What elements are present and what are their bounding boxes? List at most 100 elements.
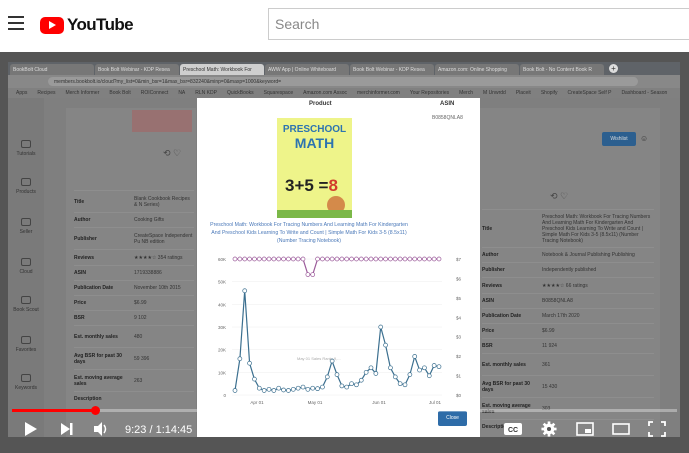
sidebar-item[interactable]: Book Scout (8, 296, 44, 313)
bookmark-item[interactable]: Book Bolt (109, 88, 130, 98)
miniplayer-icon[interactable] (576, 421, 594, 437)
progress-bar[interactable] (12, 406, 677, 415)
data-point (286, 256, 291, 262)
play-icon[interactable] (22, 421, 40, 437)
data-point (295, 256, 301, 262)
data-point (286, 388, 291, 393)
data-point (417, 367, 422, 373)
captions-icon[interactable]: CC (503, 421, 523, 437)
y-right-tick-label: $5 (456, 296, 462, 301)
bookmark-item[interactable]: Recipes (37, 88, 55, 98)
detail-value: November 10th 2015 (134, 285, 181, 291)
data-point (310, 385, 316, 391)
search-input[interactable]: Search (268, 8, 689, 40)
browser-tab[interactable]: Preschool Math: Workbook For (180, 64, 264, 75)
browser-tab[interactable]: BookBolt Cloud (10, 64, 94, 75)
data-point (247, 360, 252, 366)
sidebar-item-label: Tutorials (16, 151, 36, 157)
volume-icon[interactable] (92, 421, 110, 437)
data-point (368, 365, 374, 371)
detail-row: Title Blank Cookbook Recipes & N Series) (74, 190, 194, 212)
bookmark-item[interactable]: Your Repositories (410, 88, 449, 98)
product-title-link[interactable]: Preschool Math: Workbook For Tracing Num… (209, 221, 409, 245)
browser-tab[interactable]: Book Bolt Webinar - KDP Resea (350, 64, 434, 75)
right-details-table: Title Preschool Math: Workbook For Tracin… (482, 209, 654, 434)
detail-row: Avg BSR for past 30 days 15 430 (482, 375, 654, 397)
data-point (237, 356, 243, 362)
data-point (324, 256, 330, 262)
bookmark-item[interactable]: Merch Informer (65, 88, 99, 98)
progress-knob[interactable] (91, 406, 101, 415)
detail-key: Avg BSR for past 30 days (482, 380, 530, 393)
data-point (388, 365, 393, 371)
left-details-table: Title Blank Cookbook Recipes & N Series) A… (74, 190, 194, 406)
data-point (295, 385, 301, 391)
x-tick-label: Jun 01 (372, 400, 386, 405)
data-point (397, 381, 403, 387)
detail-value: Cooking Gifts (134, 217, 165, 223)
new-tab-icon[interactable]: + (609, 64, 618, 73)
youtube-logo[interactable]: YouTube (40, 15, 134, 35)
data-point (436, 256, 442, 262)
bookmark-item[interactable]: Dashboard - Season (621, 88, 667, 98)
detail-row: Publisher Independently published (482, 262, 654, 277)
bookmark-item[interactable]: merchinformer.com (357, 88, 400, 98)
detail-key: Reviews (482, 282, 503, 289)
youtube-header: YouTube Search (0, 0, 689, 52)
browser-tab[interactable]: Book Bolt Webinar - KDP Resea (95, 64, 179, 75)
url-field: members.bookbolt.io/cloud?my_list=0&min_… (48, 77, 638, 86)
bsr-price-chart: 0 10K 20K 30K 40K 50K 60K $0 $1 $2 $3 $4 $5 $6 $7 Apr 0… (218, 256, 462, 405)
detail-row: Price $6.99 (74, 295, 194, 310)
video-player[interactable]: BookBolt Cloud Book Bolt Webinar - KDP Re… (0, 52, 689, 453)
bookmark-item[interactable]: Placeit (516, 88, 531, 98)
bookmarks-bar: Apps Recipes Merch Informer Book Bolt ROICon… (8, 88, 680, 98)
bookmark-item[interactable]: Amazon.com Assoc (303, 88, 347, 98)
data-point (324, 374, 330, 380)
detail-row: ASIN 1719338886 (74, 265, 194, 280)
detail-value: 11 924 (542, 343, 557, 349)
detail-key: Author (482, 252, 499, 258)
wishlist-button[interactable]: Wishlist (602, 132, 636, 146)
bookmark-item[interactable]: Apps (16, 88, 27, 98)
theater-mode-icon[interactable] (612, 421, 630, 437)
y-right-tick-label: $0 (456, 393, 462, 398)
sidebar-item[interactable]: Keywords (8, 374, 44, 391)
bookmark-item[interactable]: Shopify (541, 88, 558, 98)
time-display: 9:23 / 1:14:45 (125, 424, 193, 436)
data-point (300, 256, 306, 262)
sidebar-item[interactable]: Cloud (8, 258, 44, 275)
detail-key: Author (74, 217, 91, 223)
sidebar-item[interactable]: Seller (8, 218, 44, 235)
player-controls: 9:23 / 1:14:45 CC (0, 406, 689, 453)
detail-key: Description (74, 396, 102, 402)
browser-tab[interactable]: Amazon.com: Online Shopping (435, 64, 519, 75)
data-point (305, 386, 311, 392)
bookmark-item[interactable]: RLN KDP (195, 88, 217, 98)
bookmark-item[interactable]: Merch (459, 88, 473, 98)
y-left-tick-label: 0 (223, 393, 226, 398)
fullscreen-icon[interactable] (648, 421, 666, 437)
browser-tab[interactable]: AWW App | Online Whiteboard (265, 64, 349, 75)
detail-value: 59 396 (134, 355, 150, 362)
browser-tab[interactable]: Book Bolt - No Content Book R (520, 64, 604, 75)
bookmark-item[interactable]: ROIConnect (141, 88, 169, 98)
y-right-tick-label: $2 (456, 354, 462, 359)
data-point (397, 256, 403, 262)
detail-row: Price $6.99 (482, 323, 654, 338)
bookmark-item[interactable]: NA (178, 88, 185, 98)
next-icon[interactable] (58, 421, 76, 437)
asin-value: B0858QNLA8 (432, 115, 463, 121)
x-tick-label: Apr 01 (250, 400, 264, 405)
bookmark-item[interactable]: CreateSpace Self P (568, 88, 612, 98)
hamburger-menu-icon[interactable] (8, 16, 24, 30)
sidebar-item[interactable]: Products (8, 178, 44, 195)
data-point (305, 272, 311, 277)
sidebar-item[interactable]: Favorites (8, 336, 44, 353)
video-frame-browser: BookBolt Cloud Book Bolt Webinar - KDP Re… (8, 62, 680, 437)
data-point (407, 256, 413, 262)
settings-gear-icon[interactable] (540, 421, 558, 437)
sidebar-item[interactable]: Tutorials (8, 140, 44, 157)
bookmark-item[interactable]: Squarespace (264, 88, 293, 98)
bookmark-item[interactable]: M Unwrdd (483, 88, 506, 98)
bookmark-item[interactable]: QuickBooks (227, 88, 254, 98)
